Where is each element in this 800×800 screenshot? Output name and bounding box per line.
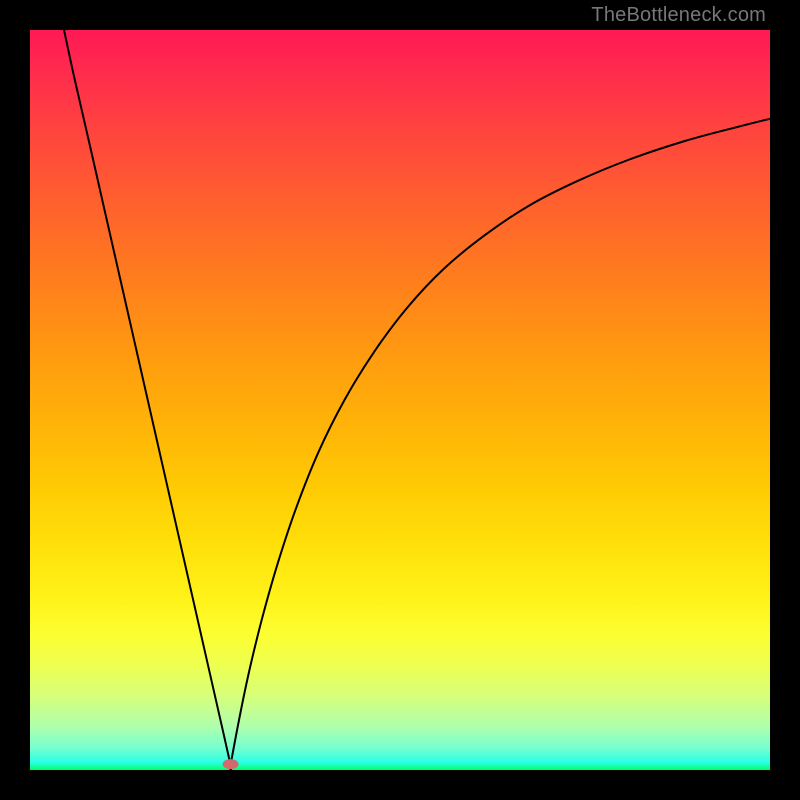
chart-frame: TheBottleneck.com: [0, 0, 800, 800]
watermark-text: TheBottleneck.com: [591, 4, 766, 27]
plot-area: [30, 30, 770, 770]
marker-dot: [223, 759, 239, 769]
chart-svg: [30, 30, 770, 770]
bottleneck-curve: [64, 30, 770, 770]
